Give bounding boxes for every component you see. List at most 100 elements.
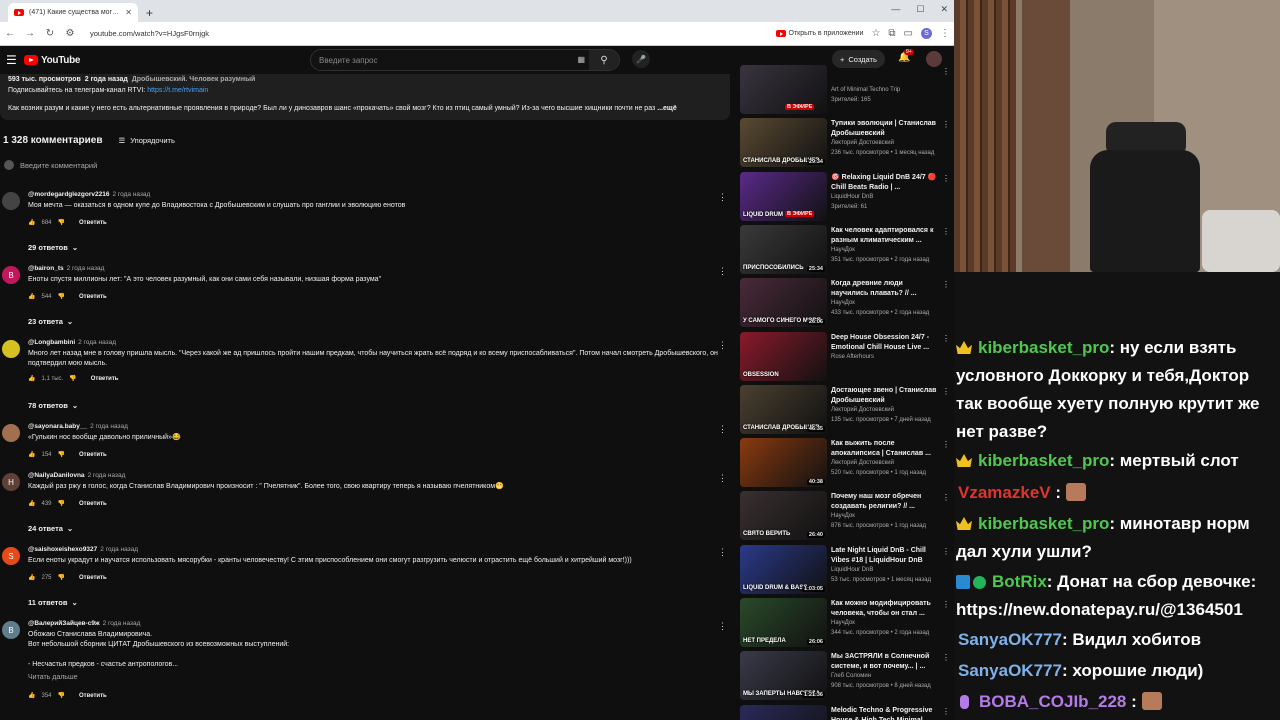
video-menu-icon[interactable]: ⋮ (942, 387, 950, 396)
video-menu-icon[interactable]: ⋮ (942, 600, 950, 609)
reply-button[interactable]: Ответить (79, 501, 107, 507)
reply-button[interactable]: Ответить (79, 575, 107, 581)
comment-author[interactable]: @mordegardglezgorv2216 (28, 191, 109, 198)
video-menu-icon[interactable]: ⋮ (942, 280, 950, 289)
browser-menu-icon[interactable]: ⋮ (940, 28, 950, 39)
dislike-icon[interactable]: 👎 (58, 500, 65, 507)
comment-menu-icon[interactable]: ⋮ (718, 192, 727, 203)
video-menu-icon[interactable]: ⋮ (942, 547, 950, 556)
dislike-icon[interactable]: 👎 (58, 451, 65, 458)
extensions-icon[interactable]: ⧉ (888, 28, 895, 39)
profile-avatar[interactable]: S (921, 28, 932, 39)
channel-name[interactable]: LiquidHour DnB (831, 567, 873, 573)
video-menu-icon[interactable]: ⋮ (942, 440, 950, 449)
chat-username[interactable]: VzamazkeV (958, 483, 1051, 502)
chat-username[interactable]: SanyaOK777 (958, 630, 1062, 649)
close-window-icon[interactable]: ✕ (940, 4, 948, 15)
like-icon[interactable]: 👍 (28, 692, 35, 699)
like-icon[interactable]: 👍 (28, 293, 35, 300)
keyboard-icon[interactable]: ▦ (577, 55, 585, 64)
sidepanel-icon[interactable]: ▭ (904, 28, 913, 39)
reply-button[interactable]: Ответить (79, 452, 107, 458)
video-thumbnail[interactable]: СВЯТО ВЕРИТЬ 26:40 (740, 491, 827, 541)
chat-username[interactable]: BOBA_COJIb_228 (979, 692, 1126, 711)
comment-menu-icon[interactable]: ⋮ (718, 547, 727, 558)
channel-name[interactable]: Глеб Соломин (831, 673, 871, 679)
comment-author[interactable]: @sayonara.baby__ (28, 423, 87, 430)
video-thumbnail[interactable]: 40:38 (740, 438, 827, 488)
minimize-icon[interactable]: — (891, 4, 900, 15)
star-icon[interactable]: ☆ (871, 28, 880, 39)
video-menu-icon[interactable]: ⋮ (942, 120, 950, 129)
comment-author[interactable]: @Longbambini (28, 339, 75, 346)
channel-name[interactable]: Лекторий Достоевский (831, 140, 894, 146)
comment-menu-icon[interactable]: ⋮ (718, 340, 727, 351)
chat-username[interactable]: SanyaOK777 (958, 661, 1062, 680)
video-title[interactable]: Почему наш мозг обречен создавать религи… (831, 492, 937, 512)
video-title[interactable]: Когда древние люди научились плавать? //… (831, 279, 937, 299)
related-video[interactable]: МЫ ЗАПЕРТЫ НАВСЕГДА 1:21:36 Мы ЗАСТРЯЛИ в … (740, 651, 950, 701)
video-thumbnail[interactable] (740, 704, 827, 720)
replies-toggle[interactable]: 23 ответа ⌄ (28, 317, 73, 326)
related-video[interactable]: НЕТ ПРЕДЕЛА 26:06 Как можно модифицировать… (740, 598, 950, 648)
comment-menu-icon[interactable]: ⋮ (718, 266, 727, 277)
add-comment-field[interactable]: Введите комментарий (4, 160, 97, 170)
channel-name[interactable]: Лекторий Достоевский (831, 407, 894, 413)
like-icon[interactable]: 👍 (28, 375, 35, 382)
browser-tab[interactable]: (471) Какие существа могли р ✕ (8, 3, 138, 22)
new-tab-icon[interactable]: + (146, 6, 153, 20)
comment-avatar[interactable] (2, 192, 20, 210)
search-input[interactable]: Введите запрос ▦ ⚲ (310, 49, 620, 71)
comment-menu-icon[interactable]: ⋮ (718, 621, 727, 632)
channel-name[interactable]: LiquidHour DnB (831, 194, 873, 200)
telegram-link[interactable]: https://t.me/rtvimain (147, 87, 208, 94)
comment-menu-icon[interactable]: ⋮ (718, 424, 727, 435)
video-menu-icon[interactable]: ⋮ (942, 227, 950, 236)
video-title[interactable]: 🎯 Relaxing Liquid DnB 24/7 🔴 Chill Beats… (831, 173, 937, 193)
video-thumbnail[interactable]: ПРИСПОСОБИЛИСЬ 25:34 (740, 224, 827, 274)
comment-author[interactable]: @saishoxeishexo9327 (28, 546, 97, 553)
forward-icon[interactable]: → (24, 28, 36, 39)
video-menu-icon[interactable]: ⋮ (942, 653, 950, 662)
like-icon[interactable]: 👍 (28, 219, 35, 226)
video-title[interactable]: Deep House Obsession 24/7 - Emotional Ch… (831, 333, 937, 353)
replies-toggle[interactable]: 78 ответов ⌄ (28, 401, 78, 410)
replies-toggle[interactable]: 24 ответа ⌄ (28, 524, 73, 533)
comment-author[interactable]: @ВалерийЗайцев-с9ж (28, 620, 100, 627)
related-video[interactable]: Melodic Techno & Progressive House & Hig… (740, 704, 950, 720)
youtube-logo[interactable]: YouTube (24, 55, 81, 66)
site-info-icon[interactable]: ⚙ (64, 28, 76, 39)
dislike-icon[interactable]: 👎 (58, 293, 65, 300)
search-button[interactable]: ⚲ (589, 50, 619, 70)
video-title[interactable]: Как можно модифицировать человека, чтобы… (831, 599, 937, 619)
related-video[interactable]: 40:38 Как выжить после апокалипсиса | Ста… (740, 438, 950, 488)
show-more-link[interactable]: ...ещё (657, 105, 677, 112)
reload-icon[interactable]: ↻ (44, 28, 56, 39)
reply-button[interactable]: Ответить (79, 220, 107, 226)
video-menu-icon[interactable]: ⋮ (942, 707, 950, 716)
reply-button[interactable]: Ответить (91, 376, 119, 382)
dislike-icon[interactable]: 👎 (69, 375, 76, 382)
like-icon[interactable]: 👍 (28, 451, 35, 458)
video-title[interactable]: Мы ЗАСТРЯЛИ в Солнечной системе, и вот п… (831, 652, 937, 672)
back-icon[interactable]: ← (4, 28, 16, 39)
read-more-link[interactable]: Читать дальше (28, 673, 718, 683)
comment-avatar[interactable] (2, 424, 20, 442)
related-video[interactable]: СВЯТО ВЕРИТЬ 26:40 Почему наш мозг обречен… (740, 491, 950, 541)
chat-username[interactable]: BotRix (992, 572, 1047, 591)
video-thumbnail[interactable]: LIQUID DRUM & BASS 1:03:05 (740, 544, 827, 594)
maximize-icon[interactable]: ☐ (916, 4, 924, 15)
video-title[interactable]: Тупики эволюции | Станислав Дробышевский (831, 119, 937, 139)
replies-toggle[interactable]: 11 ответов ⌄ (28, 598, 78, 607)
microphone-icon[interactable]: 🎤 (632, 50, 650, 68)
related-video[interactable]: ПРИСПОСОБИЛИСЬ 25:34 Как человек адаптиров… (740, 224, 950, 275)
video-title[interactable]: Melodic Techno & Progressive House & Hig… (831, 706, 937, 720)
video-title[interactable]: Как выжить после апокалипсиса | Станисла… (831, 439, 937, 459)
reply-button[interactable]: Ответить (79, 693, 107, 699)
video-thumbnail[interactable]: В ЭФИРЕ (740, 65, 827, 114)
comment-avatar[interactable]: S (2, 547, 20, 565)
related-video[interactable]: СТАНИСЛАВ ДРОБЫШЕВ 29:34 Тупики эволюции |… (740, 118, 950, 168)
video-menu-icon[interactable]: ⋮ (942, 493, 950, 502)
comment-avatar[interactable]: B (2, 621, 20, 639)
video-title[interactable]: Late Night Liquid DnB - Chill Vibes #18 … (831, 546, 937, 566)
